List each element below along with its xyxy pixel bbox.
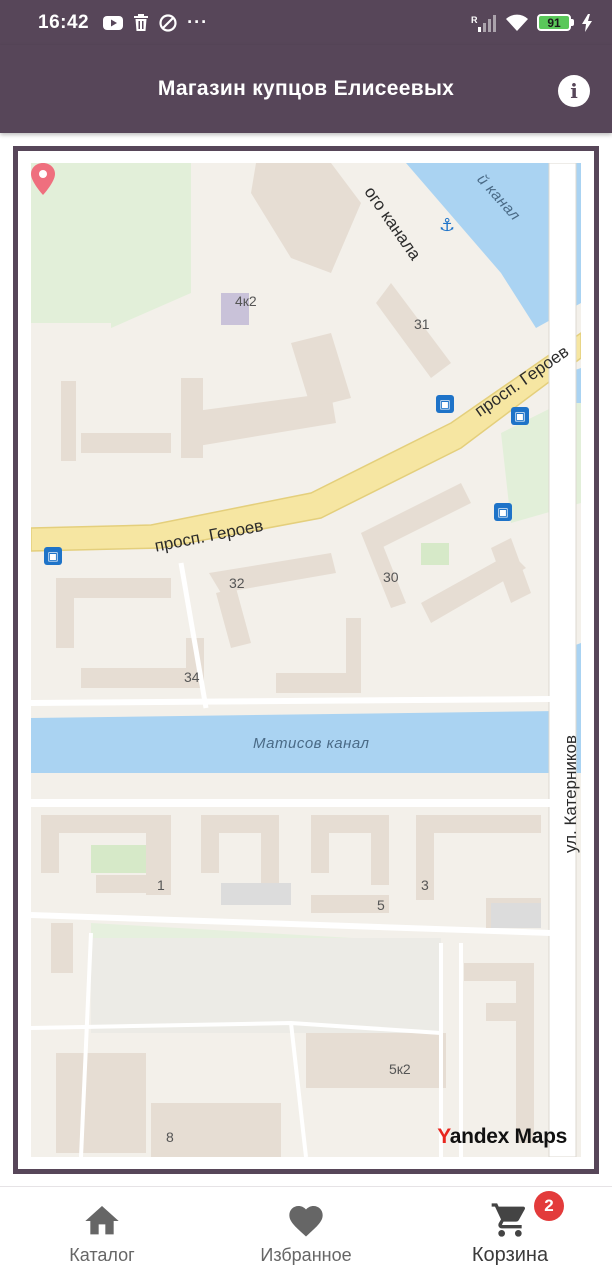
app-bar: Магазин купцов Елисеевых i	[0, 45, 612, 133]
yandex-maps-logo[interactable]: Yandex Maps	[437, 1125, 567, 1149]
house-number: 8	[166, 1129, 174, 1145]
battery-level: 91	[537, 14, 571, 31]
bus-stop-icon[interactable]: ▣	[436, 395, 454, 413]
status-time: 16:42	[38, 11, 90, 33]
nav-item-cart[interactable]: Корзина 2	[408, 1187, 612, 1280]
bus-stop-icon[interactable]: ▣	[494, 503, 512, 521]
house-number: 3	[421, 877, 429, 893]
bus-stop-icon[interactable]: ▣	[511, 407, 529, 425]
anchor-icon: ⚓	[439, 215, 456, 235]
nav-item-favorites[interactable]: Избранное	[204, 1187, 408, 1280]
more-notifications-icon: ···	[187, 12, 209, 32]
youtube-icon	[103, 15, 124, 30]
map-frame: ого канала й канал просп. Героев просп. …	[13, 146, 599, 1174]
bottom-nav: Каталог Избранное Корзина 2	[0, 1186, 612, 1280]
data-saver-icon	[159, 13, 177, 32]
battery-icon: 91	[537, 14, 574, 31]
water-label-matisov: Матисов канал	[253, 735, 370, 752]
bus-stop-icon[interactable]: ▣	[44, 547, 62, 565]
house-number: 5	[377, 897, 385, 913]
status-bar: 16:42 ··· R 91	[0, 0, 612, 45]
system-icons: R 91	[471, 13, 592, 32]
info-icon: i	[570, 79, 578, 103]
cart-count-badge: 2	[534, 1191, 564, 1221]
page-title: Магазин купцов Елисеевых	[157, 77, 455, 100]
notification-icons: ···	[103, 12, 208, 33]
wifi-icon	[506, 14, 528, 31]
nav-label-cart: Корзина	[471, 1244, 549, 1266]
house-number: 34	[184, 669, 200, 685]
house-number: 4к2	[235, 293, 257, 309]
nav-label-favorites: Избранное	[260, 1245, 352, 1265]
house-number: 30	[383, 569, 399, 585]
trash-icon	[134, 13, 149, 31]
svg-text:R: R	[471, 15, 478, 25]
nav-label-catalog: Каталог	[69, 1245, 135, 1265]
map-view[interactable]: ого канала й канал просп. Героев просп. …	[31, 163, 581, 1157]
home-icon	[85, 1206, 119, 1235]
house-number: 32	[229, 575, 245, 591]
signal-icon: R	[471, 14, 496, 32]
heart-icon	[289, 1206, 323, 1237]
cart-icon	[491, 1203, 525, 1237]
map-canvas	[31, 163, 581, 1157]
nav-item-catalog[interactable]: Каталог	[0, 1187, 204, 1280]
house-number: 5к2	[389, 1061, 411, 1077]
street-label-katernikov: ул. Катерников	[561, 735, 580, 853]
info-button[interactable]: i	[558, 75, 590, 107]
house-number: 31	[414, 316, 430, 332]
charging-icon	[582, 13, 592, 32]
house-number: 1	[157, 877, 165, 893]
location-pin-icon[interactable]	[31, 163, 55, 195]
